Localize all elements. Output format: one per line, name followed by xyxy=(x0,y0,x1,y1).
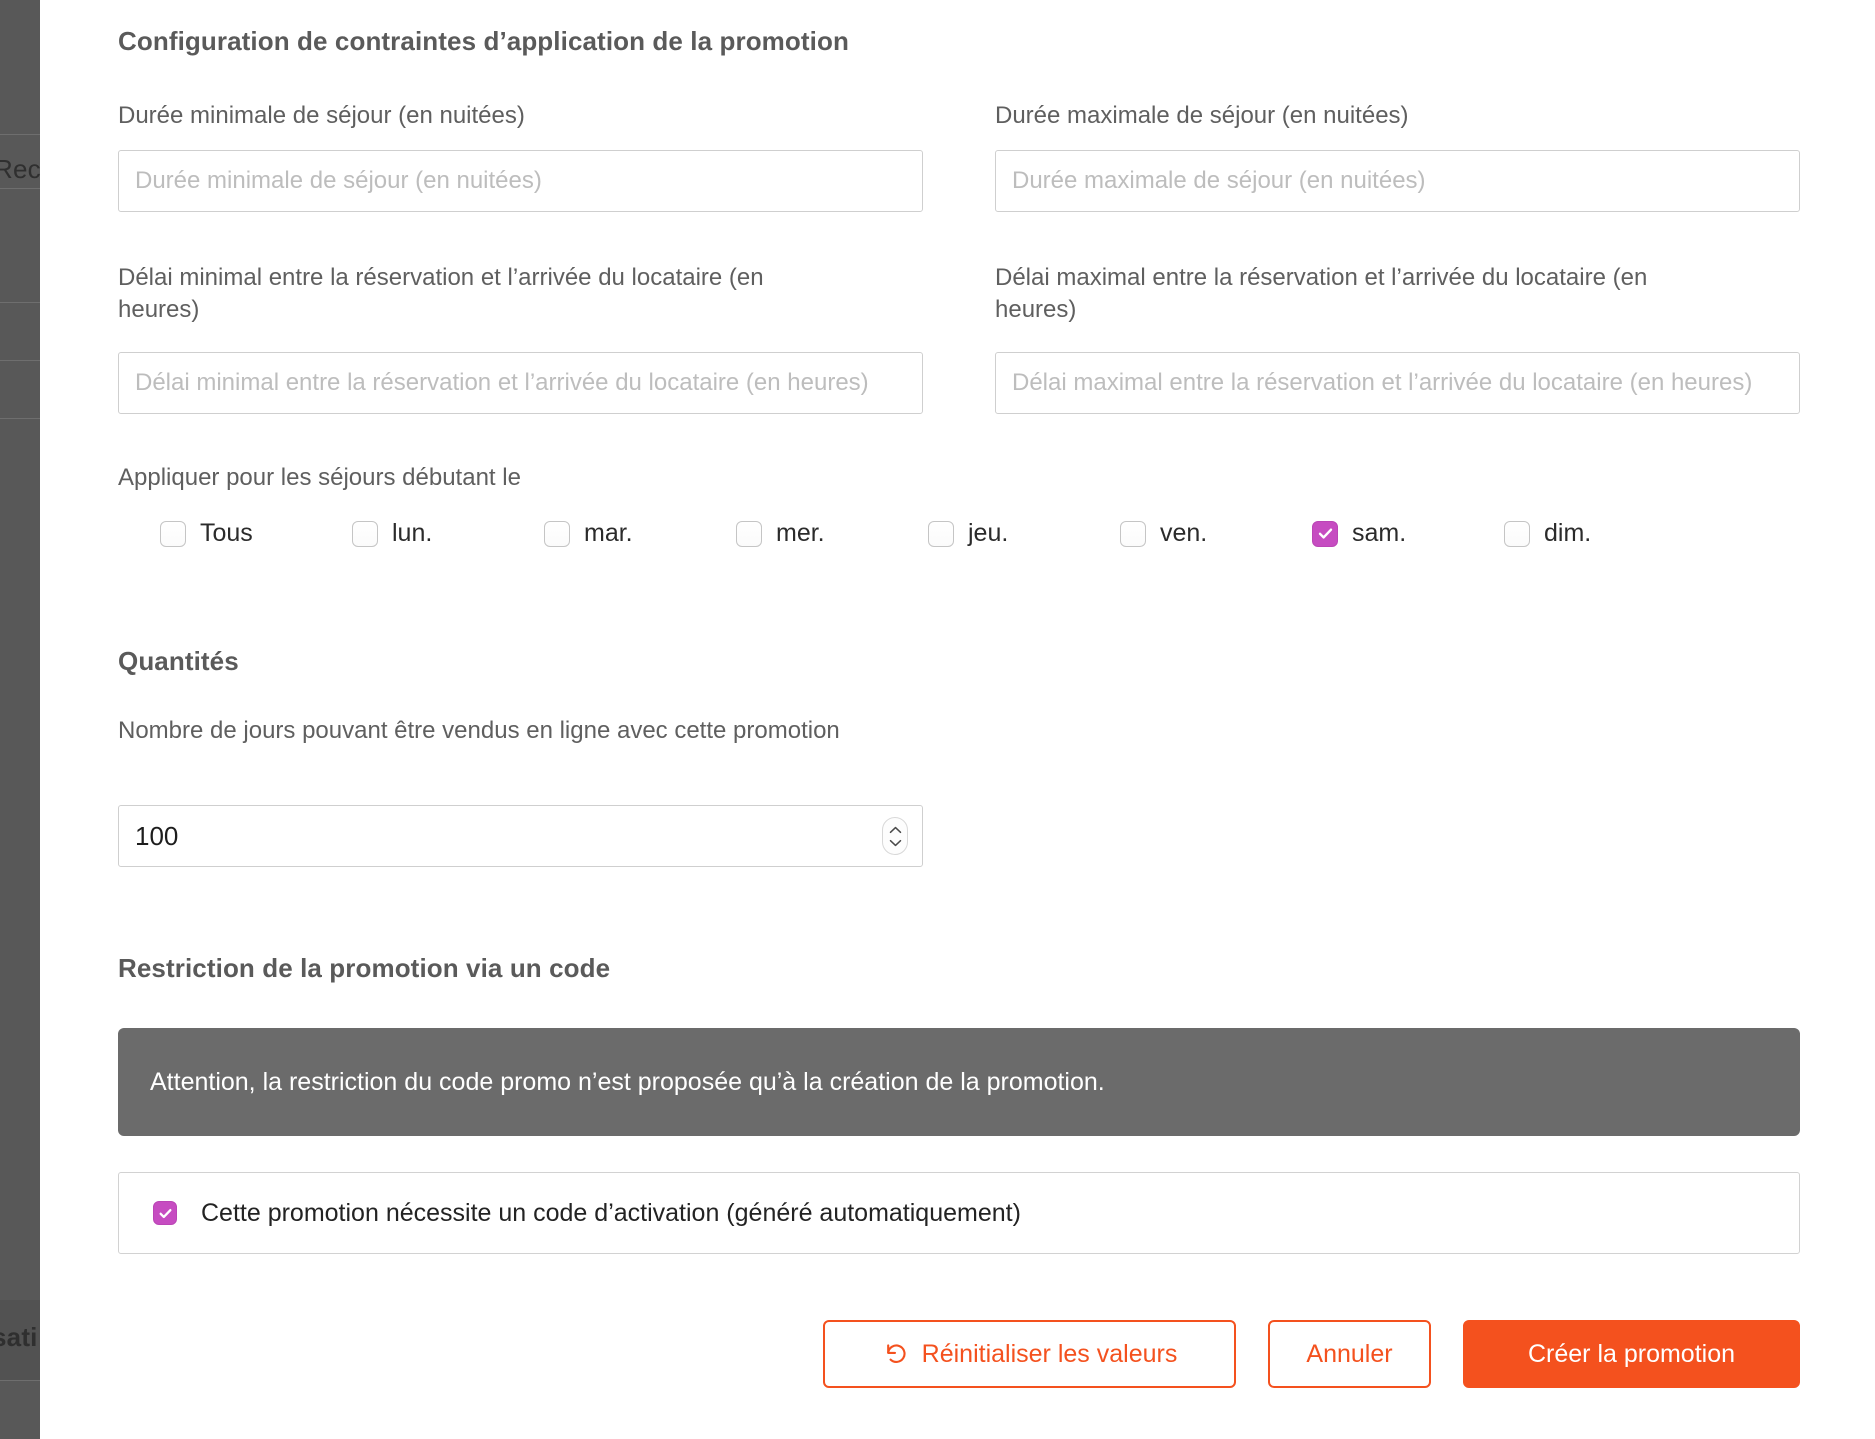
min-stay-label: Durée minimale de séjour (en nuitées) xyxy=(118,102,525,129)
apply-days-checkbox-row: Tous lun. mar. mer. jeu. ven. sam. dim. xyxy=(160,519,1696,548)
day-label: dim. xyxy=(1544,519,1592,547)
day-checkbox-lun[interactable]: lun. xyxy=(352,519,544,548)
day-label: sam. xyxy=(1352,519,1407,547)
max-delay-label: Délai maximal entre la réservation et l’… xyxy=(995,264,1648,324)
checkbox-icon[interactable] xyxy=(352,520,378,547)
checkbox-icon[interactable] xyxy=(1312,520,1338,547)
constraints-section-title: Configuration de contraintes d’applicati… xyxy=(118,26,849,56)
stepper-buttons[interactable] xyxy=(882,817,908,855)
reset-values-label: Réinitialiser les valeurs xyxy=(921,1339,1178,1368)
background-table-divider xyxy=(0,134,40,135)
create-promotion-button[interactable]: Créer la promotion xyxy=(1463,1320,1800,1388)
day-checkbox-ven[interactable]: ven. xyxy=(1120,519,1312,548)
day-label: ven. xyxy=(1160,519,1208,547)
min-delay-input[interactable] xyxy=(118,352,923,414)
reset-values-button[interactable]: Réinitialiser les valeurs xyxy=(823,1320,1236,1388)
reset-icon xyxy=(882,1340,910,1368)
screen: Rec sati Configuration de contraintes d’… xyxy=(0,0,1875,1439)
days-online-stepper[interactable] xyxy=(118,805,923,867)
quantities-section-title: Quantités xyxy=(118,646,239,676)
checkbox-icon[interactable] xyxy=(928,520,954,547)
promotion-modal: Configuration de contraintes d’applicati… xyxy=(40,0,1875,1439)
max-stay-input[interactable] xyxy=(995,150,1800,212)
checkbox-icon[interactable] xyxy=(1504,520,1530,547)
checkbox-icon[interactable] xyxy=(544,520,570,547)
checkbox-icon[interactable] xyxy=(160,520,186,547)
background-text-fragment: sati xyxy=(0,1322,38,1352)
cancel-label: Annuler xyxy=(1306,1339,1393,1368)
day-label: lun. xyxy=(392,519,433,547)
day-label: jeu. xyxy=(968,519,1009,547)
restriction-section-title: Restriction de la promotion via un code xyxy=(118,953,611,983)
min-stay-input[interactable] xyxy=(118,150,923,212)
modal-backdrop[interactable]: Rec sati xyxy=(0,0,40,1439)
day-checkbox-mar[interactable]: mar. xyxy=(544,519,736,548)
day-label: mer. xyxy=(776,519,825,547)
day-checkbox-sam[interactable]: sam. xyxy=(1312,519,1504,548)
chevron-down-icon[interactable] xyxy=(889,839,902,847)
days-online-input[interactable] xyxy=(119,806,882,866)
create-promotion-label: Créer la promotion xyxy=(1527,1339,1736,1368)
apply-days-label: Appliquer pour les séjours débutant le xyxy=(118,464,521,491)
day-label: mar. xyxy=(584,519,633,547)
cancel-button[interactable]: Annuler xyxy=(1268,1320,1431,1388)
chevron-up-icon[interactable] xyxy=(889,826,902,834)
day-checkbox-dim[interactable]: dim. xyxy=(1504,519,1696,548)
checkbox-icon[interactable] xyxy=(153,1201,177,1225)
background-table-divider xyxy=(0,188,40,189)
activation-code-label: Cette promotion nécessite un code d’acti… xyxy=(201,1198,1021,1227)
activation-code-row[interactable]: Cette promotion nécessite un code d’acti… xyxy=(118,1172,1800,1254)
background-table-divider xyxy=(0,418,40,419)
min-delay-label: Délai minimal entre la réservation et l’… xyxy=(118,264,764,324)
background-table-divider xyxy=(0,302,40,303)
max-delay-input[interactable] xyxy=(995,352,1800,414)
checkbox-icon[interactable] xyxy=(1120,520,1146,547)
background-table-divider xyxy=(0,1380,40,1381)
day-checkbox-tous[interactable]: Tous xyxy=(160,519,352,548)
checkbox-icon[interactable] xyxy=(736,520,762,547)
day-checkbox-mer[interactable]: mer. xyxy=(736,519,928,548)
max-stay-label: Durée maximale de séjour (en nuitées) xyxy=(995,102,1409,129)
day-checkbox-jeu[interactable]: jeu. xyxy=(928,519,1120,548)
days-online-label: Nombre de jours pouvant être vendus en l… xyxy=(118,717,840,744)
day-label: Tous xyxy=(200,519,253,547)
restriction-warning-text: Attention, la restriction du code promo … xyxy=(150,1067,1105,1096)
background-text-fragment: Rec xyxy=(0,154,40,184)
background-table-divider xyxy=(0,360,40,361)
restriction-warning-banner: Attention, la restriction du code promo … xyxy=(118,1028,1800,1136)
